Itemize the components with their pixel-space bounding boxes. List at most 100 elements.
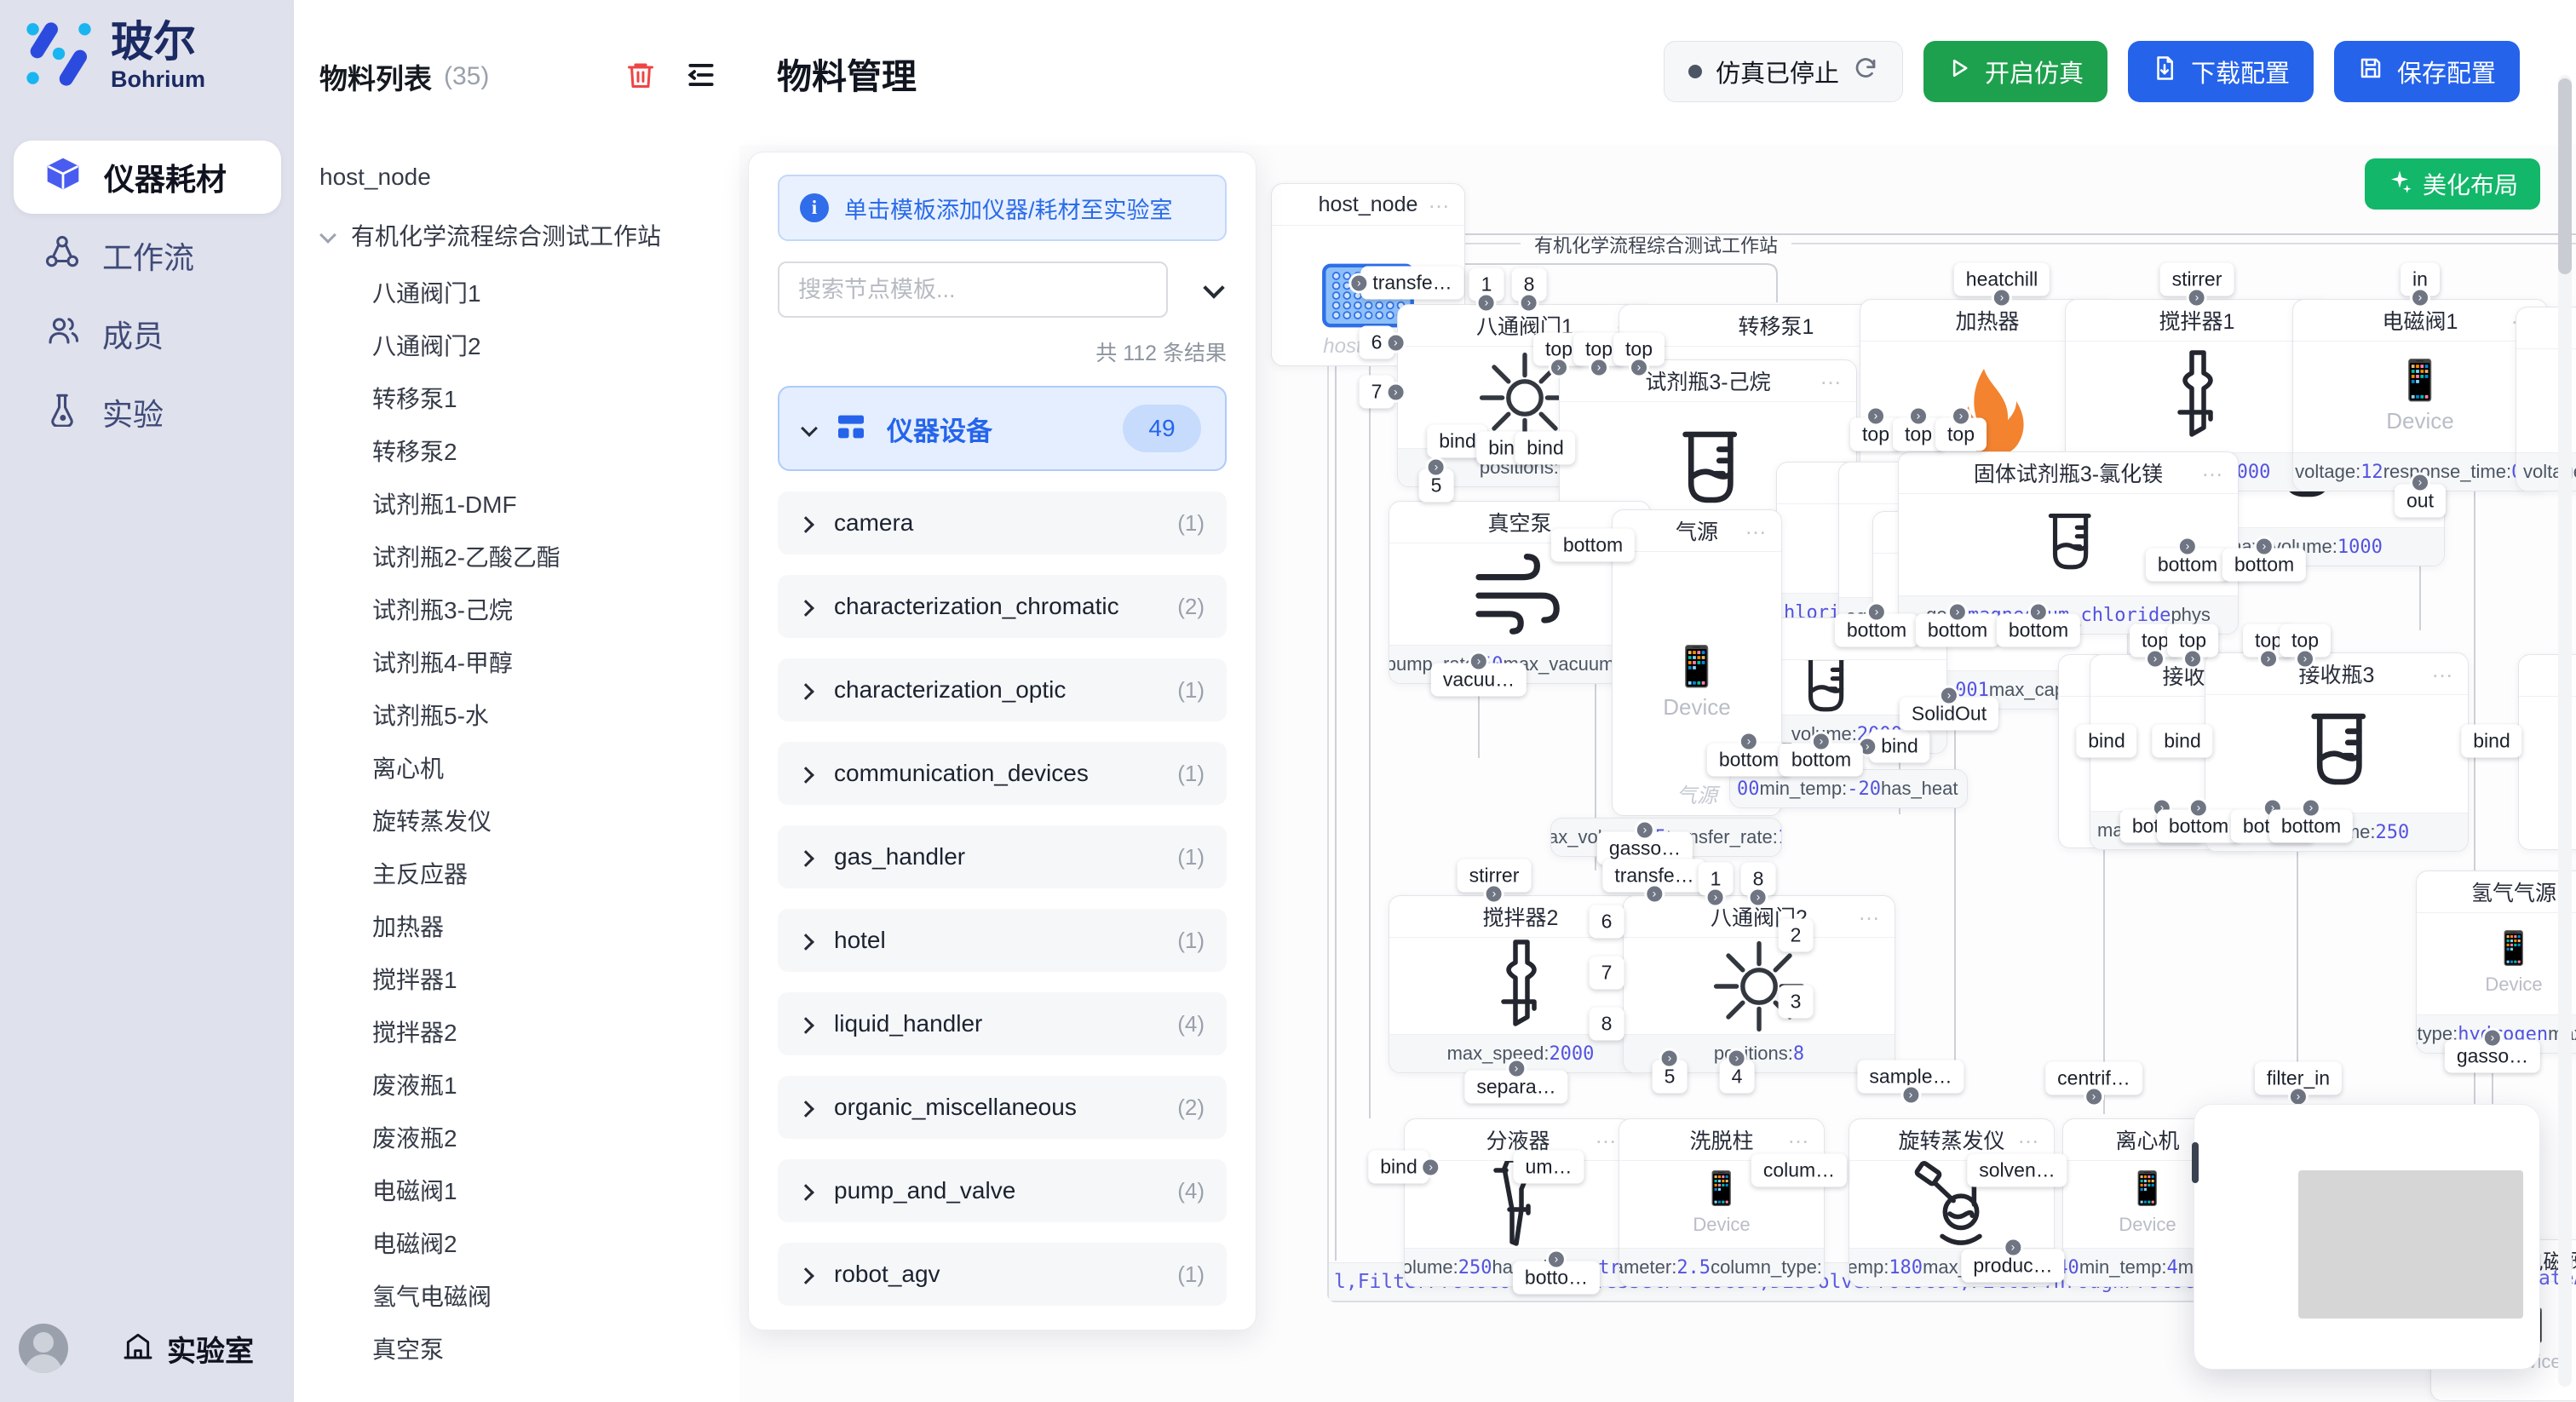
trash-icon[interactable] bbox=[625, 60, 656, 95]
port-chip-bind[interactable]: bind bbox=[2152, 725, 2212, 758]
port-handle-icon[interactable]: › bbox=[2410, 288, 2430, 308]
chevron-down-icon[interactable] bbox=[1206, 280, 1222, 300]
port-handle-icon[interactable]: › bbox=[1484, 884, 1504, 905]
start-simulation-button[interactable]: 开启仿真 bbox=[1923, 41, 2107, 102]
port-handle-icon[interactable]: › bbox=[1866, 406, 1886, 427]
port-chip-heatchill[interactable]: heatchill› bbox=[1954, 263, 2050, 296]
port-chip-out[interactable]: out› bbox=[2395, 485, 2446, 518]
port-handle-icon[interactable]: › bbox=[1385, 332, 1406, 353]
port-handle-icon[interactable]: › bbox=[1811, 732, 1831, 752]
sidebar-item-cube[interactable]: 仪器耗材 bbox=[14, 141, 281, 214]
port-chip-1[interactable]: 1› bbox=[1469, 268, 1504, 302]
port-handle-icon[interactable]: › bbox=[1939, 686, 1959, 706]
port-chip-transfe[interactable]: transfe…› bbox=[1602, 859, 1705, 893]
port-handle-icon[interactable]: › bbox=[1705, 888, 1726, 908]
node-menu-icon[interactable]: … bbox=[2201, 456, 2226, 482]
collapse-list-icon[interactable] bbox=[685, 59, 717, 95]
port-chip-1[interactable]: 1› bbox=[1699, 863, 1734, 896]
port-chip-gasso[interactable]: gasso…› bbox=[2445, 1040, 2540, 1073]
port-handle-icon[interactable]: › bbox=[1739, 732, 1759, 752]
node-menu-icon[interactable]: … bbox=[1787, 1123, 1812, 1149]
port-chip-bottom[interactable]: bottom bbox=[1551, 529, 1635, 562]
port-handle-icon[interactable]: › bbox=[1951, 406, 1971, 427]
port-handle-icon[interactable]: › bbox=[1476, 293, 1497, 313]
port-chip-separa[interactable]: separa…› bbox=[1464, 1071, 1567, 1104]
download-config-button[interactable]: 下载配置 bbox=[2128, 41, 2314, 102]
palette-item-organic_miscellaneous[interactable]: organic_miscellaneous(2) bbox=[778, 1076, 1227, 1139]
avatar[interactable] bbox=[19, 1324, 68, 1373]
port-chip-bottom[interactable]: bottom› bbox=[2146, 549, 2229, 582]
port-chip-8[interactable]: 8› bbox=[1512, 268, 1547, 302]
port-chip-top[interactable]: top› bbox=[2167, 624, 2218, 658]
node-menu-icon[interactable]: … bbox=[2431, 657, 2456, 683]
port-handle-icon[interactable]: › bbox=[1866, 602, 1887, 623]
port-chip-bind[interactable]: bind bbox=[2076, 725, 2136, 758]
port-handle-icon[interactable]: › bbox=[2145, 649, 2165, 669]
port-handle-icon[interactable]: › bbox=[2084, 1087, 2104, 1107]
port-handle-icon[interactable]: › bbox=[1426, 457, 1446, 478]
refresh-icon[interactable] bbox=[1853, 55, 1878, 88]
port-handle-icon[interactable]: › bbox=[1549, 358, 1569, 378]
port-handle-icon[interactable]: › bbox=[2254, 537, 2274, 557]
beautify-layout-button[interactable]: 美化布局 bbox=[2365, 158, 2540, 210]
port-chip-bind[interactable]: bind bbox=[2461, 725, 2521, 758]
node-menu-icon[interactable]: … bbox=[1820, 364, 1844, 390]
port-chip-solven[interactable]: solven… bbox=[1967, 1154, 2067, 1187]
port-chip-bottom[interactable]: bottom› bbox=[2269, 810, 2353, 843]
node-menu-icon[interactable]: … bbox=[2017, 1123, 2042, 1149]
port-chip-2[interactable]: 2 bbox=[1779, 919, 1814, 952]
port-handle-icon[interactable]: › bbox=[2187, 288, 2207, 308]
port-handle-icon[interactable]: › bbox=[1659, 1049, 1680, 1069]
port-handle-icon[interactable]: › bbox=[1635, 820, 1655, 841]
category-instruments[interactable]: 仪器设备 49 bbox=[778, 386, 1227, 471]
port-chip-bind[interactable]: bind› bbox=[1869, 730, 1929, 763]
port-handle-icon[interactable]: › bbox=[1348, 273, 1369, 293]
port-handle-icon[interactable]: › bbox=[1947, 602, 1968, 623]
palette-item-pump_and_valve[interactable]: pump_and_valve(4) bbox=[778, 1159, 1227, 1222]
search-input[interactable] bbox=[778, 261, 1168, 318]
tree-item[interactable]: 有机化学流程综合测试工作站 bbox=[294, 210, 762, 260]
port-chip-6[interactable]: 6 bbox=[1590, 905, 1624, 939]
canvas-node-洗脱柱[interactable]: 洗脱柱…📱Devicediameter: 2.5 column_type: si bbox=[1619, 1118, 1825, 1287]
node-menu-icon[interactable]: … bbox=[1595, 1123, 1619, 1149]
palette-item-characterization_chromatic[interactable]: characterization_chromatic(2) bbox=[778, 575, 1227, 638]
palette-item-camera[interactable]: camera(1) bbox=[778, 491, 1227, 554]
port-chip-stirrer[interactable]: stirrer› bbox=[2160, 263, 2234, 296]
sidebar-item-experiment[interactable]: 实验 bbox=[14, 376, 281, 449]
tree-item[interactable]: host_node bbox=[294, 152, 765, 202]
port-chip-bind[interactable]: bind› bbox=[1368, 1151, 1429, 1184]
port-chip-top[interactable]: top› bbox=[2280, 624, 2331, 658]
port-chip-colum[interactable]: colum… bbox=[1751, 1154, 1847, 1187]
port-chip-5[interactable]: 5› bbox=[1653, 1060, 1688, 1094]
port-handle-icon[interactable]: › bbox=[1469, 652, 1489, 672]
palette-item-hotel[interactable]: hotel(1) bbox=[778, 909, 1227, 972]
palette-item-characterization_optic[interactable]: characterization_optic(1) bbox=[778, 658, 1227, 721]
sidebar-item-lab[interactable]: 实验室 bbox=[121, 1328, 254, 1370]
port-handle-icon[interactable]: › bbox=[1629, 358, 1649, 378]
port-chip-filter_in[interactable]: filter_in› bbox=[2255, 1062, 2342, 1095]
port-chip-bottom[interactable]: bottom› bbox=[1780, 744, 1863, 777]
minimap-card[interactable] bbox=[2194, 1104, 2540, 1370]
port-handle-icon[interactable]: › bbox=[2301, 798, 2321, 819]
port-chip-transfe[interactable]: transfe…› bbox=[1360, 267, 1463, 300]
port-handle-icon[interactable]: › bbox=[1519, 293, 1539, 313]
node-menu-icon[interactable]: … bbox=[1428, 187, 1452, 214]
save-config-button[interactable]: 保存配置 bbox=[2334, 41, 2520, 102]
palette-item-liquid_handler[interactable]: liquid_handler(4) bbox=[778, 992, 1227, 1055]
scrollbar-thumb[interactable] bbox=[2558, 78, 2572, 274]
canvas-node-八通阀门2[interactable]: 八通阀门2…positions: 8 bbox=[1623, 895, 1895, 1073]
port-chip-8[interactable]: 8 bbox=[1590, 1008, 1624, 1041]
port-handle-icon[interactable]: › bbox=[2028, 602, 2049, 623]
port-handle-icon[interactable]: › bbox=[2410, 473, 2430, 493]
canvas-node-电磁阀1[interactable]: 电磁阀1…📱Devicevoltage: 12 response_time: 0… bbox=[2292, 299, 2548, 491]
port-chip-top[interactable]: top› bbox=[1935, 418, 1987, 451]
port-chip-5[interactable]: 5› bbox=[1419, 469, 1454, 503]
port-chip-bottom[interactable]: bottom› bbox=[2222, 549, 2306, 582]
port-handle-icon[interactable]: › bbox=[1589, 358, 1609, 378]
port-handle-icon[interactable]: › bbox=[1900, 1085, 1921, 1106]
port-handle-icon[interactable]: › bbox=[1727, 1049, 1747, 1069]
palette-item-gas_handler[interactable]: gas_handler(1) bbox=[778, 825, 1227, 888]
port-handle-icon[interactable]: › bbox=[1546, 1250, 1567, 1270]
simulation-status-pill[interactable]: 仿真已停止 bbox=[1664, 41, 1903, 102]
port-handle-icon[interactable]: › bbox=[1992, 288, 2012, 308]
